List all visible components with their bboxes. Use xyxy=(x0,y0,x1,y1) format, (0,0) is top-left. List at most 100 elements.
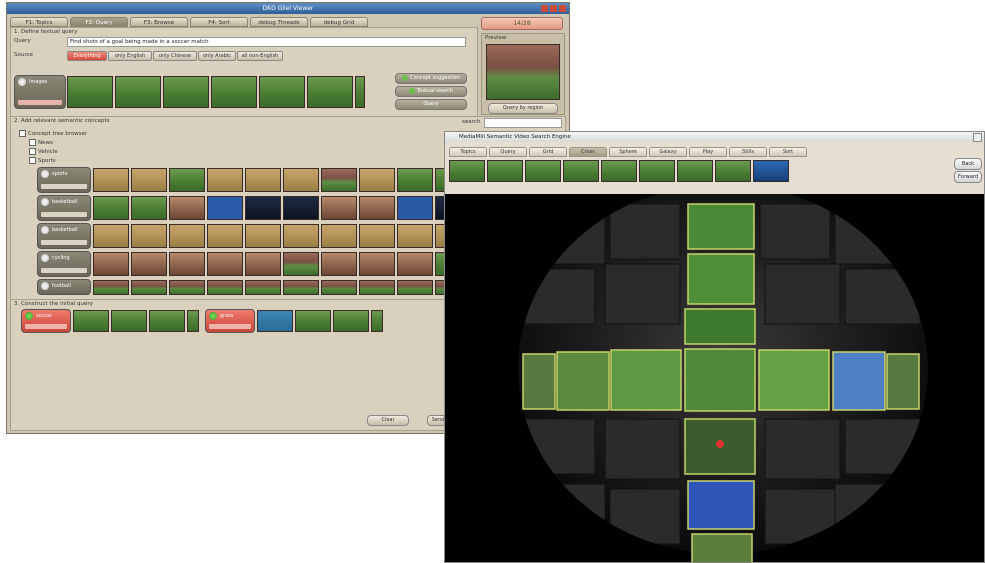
result-thumbnail[interactable] xyxy=(131,224,167,248)
result-thumbnail[interactable] xyxy=(169,168,205,192)
concept-football[interactable]: football xyxy=(37,279,91,295)
tab-galaxy[interactable]: Galaxy xyxy=(649,147,687,157)
result-thumbnail[interactable] xyxy=(321,196,357,220)
source-non-english-button[interactable]: all non-English xyxy=(237,51,283,61)
concept-suggestion-button[interactable]: Concept suggestion xyxy=(395,73,467,84)
video-sphere[interactable] xyxy=(445,184,985,563)
result-thumbnail[interactable] xyxy=(397,252,433,276)
result-thumbnail[interactable] xyxy=(245,196,281,220)
concept-weight-bar[interactable] xyxy=(18,100,62,105)
result-thumbnail[interactable] xyxy=(93,280,129,295)
maximize-icon[interactable] xyxy=(550,5,557,12)
history-thumbnail[interactable] xyxy=(677,160,713,182)
result-thumbnail[interactable] xyxy=(207,224,243,248)
tab-query[interactable]: Query xyxy=(489,147,527,157)
result-thumbnail[interactable] xyxy=(321,252,357,276)
result-thumbnail[interactable] xyxy=(283,252,319,276)
result-thumbnail[interactable] xyxy=(359,168,395,192)
tree-item-vehicle[interactable]: Vehicle xyxy=(19,148,87,157)
result-thumbnail[interactable] xyxy=(131,168,167,192)
sphere-view[interactable] xyxy=(445,184,985,563)
result-thumbnail[interactable] xyxy=(359,252,395,276)
result-thumbnail[interactable] xyxy=(359,280,395,295)
tab-play[interactable]: Play xyxy=(689,147,727,157)
result-thumbnail[interactable] xyxy=(187,310,199,332)
query-concept-grass[interactable]: grass xyxy=(205,309,255,333)
checkbox-icon[interactable] xyxy=(29,157,36,164)
result-thumbnail[interactable] xyxy=(169,224,205,248)
tree-item-news[interactable]: News xyxy=(19,139,87,148)
tab-grid[interactable]: Grid xyxy=(529,147,567,157)
result-thumbnail[interactable] xyxy=(355,76,365,108)
result-thumbnail[interactable] xyxy=(169,280,205,295)
tree-root[interactable]: Concept tree browser xyxy=(19,130,87,139)
textual-search-button[interactable]: Textual search xyxy=(395,86,467,97)
result-thumbnail[interactable] xyxy=(111,310,147,332)
result-thumbnail[interactable] xyxy=(307,76,353,108)
tab-stills[interactable]: Stills xyxy=(729,147,767,157)
query-by-region-button[interactable]: Query by region xyxy=(488,103,558,114)
minimize-icon[interactable] xyxy=(541,5,548,12)
tab-debug-threads[interactable]: debug Threads xyxy=(250,17,308,27)
close-icon[interactable] xyxy=(559,5,566,12)
result-thumbnail[interactable] xyxy=(295,310,331,332)
preview-image[interactable] xyxy=(486,44,560,100)
history-thumbnail[interactable] xyxy=(715,160,751,182)
tab-cross[interactable]: Cross xyxy=(569,147,607,157)
result-thumbnail[interactable] xyxy=(283,224,319,248)
result-thumbnail[interactable] xyxy=(321,224,357,248)
back-button[interactable]: Back xyxy=(954,158,982,170)
result-thumbnail[interactable] xyxy=(283,168,319,192)
source-english-button[interactable]: only English xyxy=(108,51,152,61)
history-thumbnail[interactable] xyxy=(525,160,561,182)
tab-topics[interactable]: Topics xyxy=(449,147,487,157)
source-everything-button[interactable]: Everything xyxy=(67,51,107,61)
history-thumbnail[interactable] xyxy=(487,160,523,182)
checkbox-icon[interactable] xyxy=(29,139,36,146)
result-thumbnail[interactable] xyxy=(149,310,185,332)
result-thumbnail[interactable] xyxy=(115,76,161,108)
checkbox-icon[interactable] xyxy=(29,148,36,155)
result-thumbnail[interactable] xyxy=(245,252,281,276)
result-thumbnail[interactable] xyxy=(397,196,433,220)
concept-weight-bar[interactable] xyxy=(41,212,87,217)
concept-weight-bar[interactable] xyxy=(41,268,87,273)
source-chinese-button[interactable]: only Chinese xyxy=(153,51,197,61)
result-thumbnail[interactable] xyxy=(245,280,281,295)
result-thumbnail[interactable] xyxy=(333,310,369,332)
result-thumbnail[interactable] xyxy=(245,168,281,192)
forward-button[interactable]: Forward xyxy=(954,171,982,183)
result-thumbnail[interactable] xyxy=(93,252,129,276)
tree-item-sports[interactable]: Sports xyxy=(19,157,87,166)
tab-browse[interactable]: F3: Browse xyxy=(130,17,188,27)
concept-weight-bar[interactable] xyxy=(41,240,87,245)
result-thumbnail[interactable] xyxy=(163,76,209,108)
result-thumbnail[interactable] xyxy=(321,168,357,192)
query-button[interactable]: Query xyxy=(395,99,467,110)
result-thumbnail[interactable] xyxy=(131,252,167,276)
query-input[interactable]: Find shots of a goal being made in a soc… xyxy=(67,37,466,47)
history-thumbnail[interactable] xyxy=(753,160,789,182)
query-concept-soccer[interactable]: soccer xyxy=(21,309,71,333)
concept-weight-bar[interactable] xyxy=(41,184,87,189)
result-thumbnail[interactable] xyxy=(73,310,109,332)
result-thumbnail[interactable] xyxy=(257,310,293,332)
result-thumbnail[interactable] xyxy=(397,224,433,248)
concept-basketball[interactable]: basketball xyxy=(37,195,91,221)
history-thumbnail[interactable] xyxy=(563,160,599,182)
concept-sports[interactable]: sports xyxy=(37,167,91,193)
tab-debug-grid[interactable]: debug Grid xyxy=(310,17,368,27)
result-thumbnail[interactable] xyxy=(259,76,305,108)
history-thumbnail[interactable] xyxy=(639,160,675,182)
result-thumbnail[interactable] xyxy=(207,280,243,295)
history-thumbnail[interactable] xyxy=(601,160,637,182)
concept-search-input[interactable] xyxy=(484,118,562,128)
tab-sort[interactable]: F4: Sort xyxy=(190,17,248,27)
clear-button[interactable]: Clear xyxy=(367,415,409,426)
close-icon[interactable] xyxy=(973,133,982,142)
result-thumbnail[interactable] xyxy=(207,252,243,276)
result-thumbnail[interactable] xyxy=(371,310,383,332)
result-thumbnail[interactable] xyxy=(169,252,205,276)
result-thumbnail[interactable] xyxy=(359,196,395,220)
result-thumbnail[interactable] xyxy=(131,280,167,295)
